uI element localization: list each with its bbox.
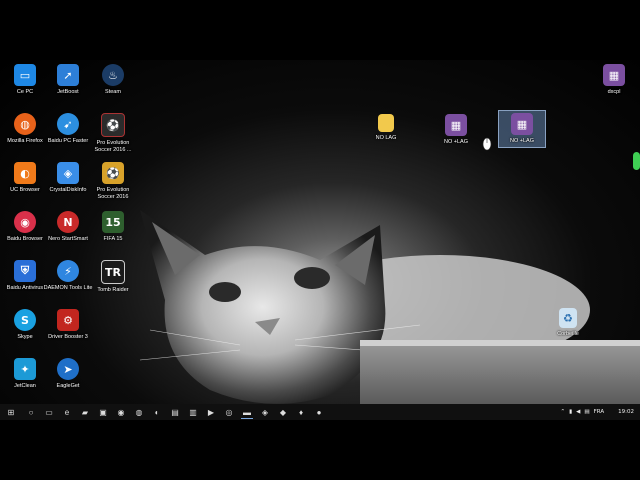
app-icon[interactable]: ◆ [275,405,291,419]
desktop-icon-label: Driver Booster 3 [48,334,88,340]
volume-icon[interactable]: ◀ [576,409,580,415]
steam-icon: ♨ [102,64,124,86]
baidu-browser-icon: ◉ [14,211,36,233]
desktop-icon-steam[interactable]: ♨ Steam [88,64,138,96]
desktop-icon-fifa-15[interactable]: 15 FIFA 15 [88,211,138,243]
app-icon[interactable]: ♦ [293,405,309,419]
pes-icon: ⚽ [102,162,124,184]
active-indicator [241,418,253,419]
notification-icon[interactable]: ▤ [584,409,589,415]
desktop-icon-label: DAEMON Tools Lite [43,285,93,291]
desktop-icon-label: Ce PC [16,89,34,95]
chrome-icon[interactable]: ◉ [113,405,129,419]
app-icon[interactable]: ● [311,405,327,419]
desktop-icon-label: Steam [105,89,121,95]
desktop-icon-tomb-raider[interactable]: TR Tomb Raider [88,260,138,294]
desktop-icon-label: JetBoost [57,89,79,95]
windows-start-icon[interactable]: ⊞ [1,405,21,419]
folder-icon [378,114,394,132]
language-indicator[interactable]: FRA [594,409,605,415]
desktop-icon-label: Pro Evolution Soccer 2016 ... [94,140,132,153]
file-explorer-icon[interactable]: ▰ [77,405,93,419]
desktop-icon-label: CrystalDiskInfo [49,187,87,193]
fifa-icon: 15 [102,211,124,233]
uc-browser-icon: ◐ [14,162,36,184]
mouse-cursor-icon [482,137,492,151]
desktop-icon-label: Tomb Raider [97,287,129,293]
driver-booster-icon: ⚙ [57,309,79,331]
desktop-icon-recycle-bin[interactable]: ♻ Corbeille [543,308,593,338]
desktop-icon-nero-startsmart[interactable]: N Nero StartSmart [43,211,93,243]
firefox-icon: ◍ [14,113,36,135]
scroll-indicator [633,152,640,170]
desktop-icon-label: Nero StartSmart [48,236,88,242]
desktop-icon-label: EagleGet [56,383,80,389]
desktop-icon-label: dxcpl [607,89,621,95]
skype-icon: S [14,309,36,331]
app-icon[interactable]: ◎ [221,405,237,419]
edge-icon[interactable]: e [59,405,75,419]
desktop-icon-label: NO +LAG [444,139,468,145]
desktop-icon-pes-2016-launcher[interactable]: ⚽ Pro Evolution Soccer 2016 ... [88,113,138,153]
active-app-icon[interactable]: ▬ [239,405,255,419]
desktop-icon-jetboost[interactable]: ➚ JetBoost [43,64,93,96]
desktop-icon-label: FIFA 15 [103,236,123,242]
desktop-icon-label: UC Browser [10,187,40,193]
desktop-icon-pes-2016[interactable]: ⚽ Pro Evolution Soccer 2016 [88,162,138,200]
desktop-icon-no-plus-lag-archive[interactable]: ▦ NO +LAG [431,114,481,146]
clock[interactable]: 19:02 [618,409,634,415]
desktop-icon-eagleget[interactable]: ➤ EagleGet [43,358,93,390]
pes-icon: ⚽ [101,113,125,137]
task-view-icon[interactable]: ▭ [41,405,57,419]
tomb-raider-icon: TR [101,260,125,284]
desktop-icon-driver-booster-3[interactable]: ⚙ Driver Booster 3 [43,309,93,341]
desktop-icon-label: Mozilla Firefox [7,138,43,144]
shield-icon: ⛨ [14,260,36,282]
disk-icon: ◈ [57,162,79,184]
app-icon[interactable]: ◈ [257,405,273,419]
jetboost-icon: ➚ [57,64,79,86]
nero-icon: N [57,211,79,233]
store-icon[interactable]: ▣ [95,405,111,419]
app-icon[interactable]: ▥ [185,405,201,419]
app-icon[interactable]: ▶ [203,405,219,419]
chevron-up-icon[interactable]: ⌃ [561,409,566,415]
desktop-icon-dxcpl[interactable]: ▦ dxcpl [589,64,639,96]
rocket-icon: ➹ [57,113,79,135]
desktop-icon-label: Pro Evolution Soccer 2016 [96,187,130,200]
desktop-icon-label: Corbeille [557,331,579,337]
desktop-icon-baidu-pc-faster[interactable]: ➹ Baidu PC Faster [43,113,93,145]
app-icon[interactable]: ▤ [167,405,183,419]
daemon-tools-icon: ⚡ [57,260,79,282]
desktop-icon-label: Baidu Antivirus [6,285,44,291]
winrar-icon: ▦ [445,114,467,136]
desktop-icon-label: JetClean [14,383,36,389]
desktop-icon-label: Skype [17,334,33,340]
desktop-icon-label: NO +LAG [510,138,534,144]
computer-icon: ▭ [14,64,36,86]
firefox-icon[interactable]: ◍ [131,405,147,419]
desktop-icon-no-lag-folder[interactable]: NO LAG [361,114,411,142]
winrar-icon: ▦ [511,113,533,135]
desktop-icon-label: Baidu PC Faster [47,138,89,144]
winrar-icon: ▦ [603,64,625,86]
search-icon[interactable]: ○ [23,405,39,419]
system-tray: ⌃ ▮ ◀ ▤ FRA 19:02 [561,404,640,420]
eagleget-icon: ➤ [57,358,79,380]
uc-browser-icon[interactable]: ◐ [149,405,165,419]
desktop-icon-crystaldiskinfo[interactable]: ◈ CrystalDiskInfo [43,162,93,194]
jetclean-icon: ✦ [14,358,36,380]
taskbar: ⊞ ○ ▭ e ▰ ▣ ◉ ◍ ◐ ▤ ▥ ▶ ◎ ▬ ◈ ◆ ♦ ● ⌃ ▮ ◀ ▤ FRA 19:02 [0,404,640,420]
desktop-icon-label: Baidu Browser [7,236,43,242]
recycle-bin-icon: ♻ [559,308,577,328]
desktop: ▭ Ce PC ◍ Mozilla Firefox ◐ UC Browser ◉… [0,60,640,420]
desktop-icon-label: NO LAG [375,135,397,141]
desktop-icon-no-plus-lag-archive-selected[interactable]: ▦ NO +LAG [498,110,546,148]
network-icon[interactable]: ▮ [569,409,572,415]
taskbar-buttons: ⊞ ○ ▭ e ▰ ▣ ◉ ◍ ◐ ▤ ▥ ▶ ◎ ▬ ◈ ◆ ♦ ● [0,405,328,419]
desktop-icon-daemon-tools-lite[interactable]: ⚡ DAEMON Tools Lite [43,260,93,292]
